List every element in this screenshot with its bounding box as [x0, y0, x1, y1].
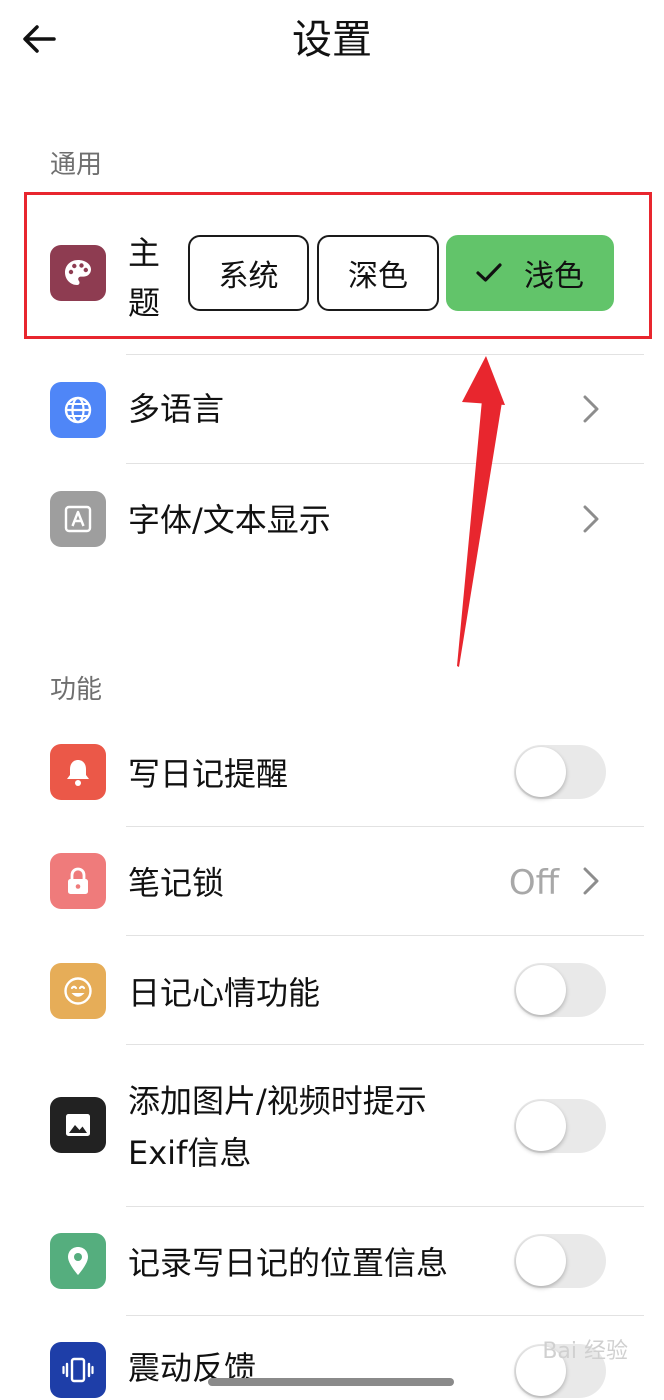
settings-row-diary-reminder-label: 写日记提醒 [128, 755, 289, 793]
diary-reminder-toggle[interactable] [514, 745, 606, 799]
note-lock-value: Off [508, 863, 559, 903]
settings-row-location: 记录写日记的位置信息 [0, 1207, 664, 1315]
settings-row-exif-label-line1: 添加图片/视频时提示 [128, 1082, 427, 1120]
section-title-general: 通用 [50, 150, 103, 180]
settings-row-note-lock-label: 笔记锁 [128, 864, 225, 902]
settings-row-font-label: 字体/文本显示 [128, 501, 331, 539]
annotation-arrow [457, 356, 505, 667]
location-toggle[interactable] [514, 1234, 606, 1288]
home-indicator [208, 1378, 454, 1386]
settings-row-mood-label: 日记心情功能 [128, 974, 321, 1012]
globe-icon [50, 382, 106, 438]
settings-row-note-lock[interactable]: 笔记锁 Off [0, 827, 664, 935]
chevron-right-icon [578, 502, 604, 536]
settings-row-exif: 添加图片/视频时提示 Exif信息 [0, 1045, 664, 1205]
font-icon [50, 491, 106, 547]
section-title-features: 功能 [50, 675, 103, 705]
chevron-right-icon [578, 392, 604, 426]
chevron-right-icon [578, 864, 604, 898]
watermark: Bai 经验 [542, 1339, 628, 1364]
smile-icon [50, 963, 106, 1019]
exif-toggle[interactable] [514, 1099, 606, 1153]
vibration-icon [50, 1342, 106, 1398]
location-pin-icon [50, 1233, 106, 1289]
settings-row-exif-label-line2: Exif信息 [128, 1134, 252, 1172]
lock-icon [50, 853, 106, 909]
page-title: 设置 [292, 17, 372, 63]
settings-row-diary-reminder: 写日记提醒 [0, 718, 664, 826]
image-icon [50, 1097, 106, 1153]
annotation-highlight-box [24, 192, 652, 339]
settings-row-language[interactable]: 多语言 [0, 355, 664, 463]
settings-row-mood: 日记心情功能 [0, 936, 664, 1044]
bell-icon [50, 744, 106, 800]
settings-row-location-label: 记录写日记的位置信息 [128, 1244, 449, 1282]
settings-row-language-label: 多语言 [128, 390, 225, 428]
settings-row-font[interactable]: 字体/文本显示 [0, 464, 664, 574]
mood-toggle[interactable] [514, 963, 606, 1017]
